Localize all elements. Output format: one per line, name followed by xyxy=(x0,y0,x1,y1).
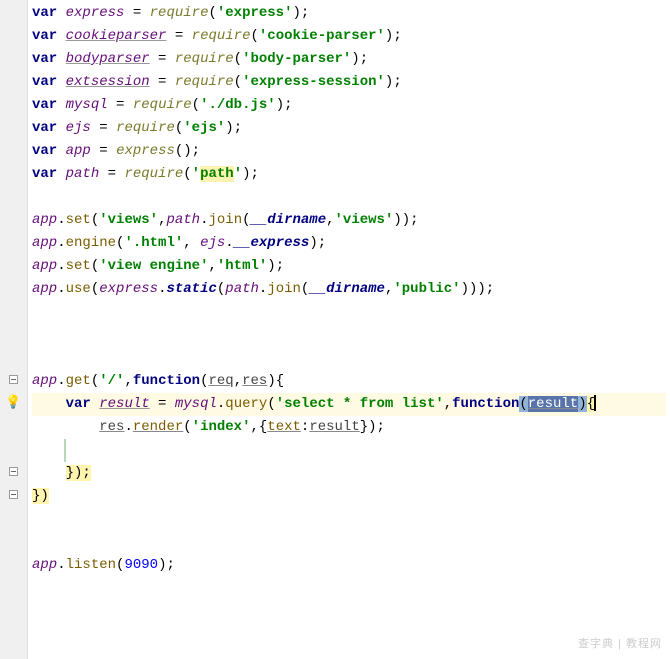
current-line: var result = mysql.query('select * from … xyxy=(32,393,666,416)
gutter: 💡 xyxy=(0,0,28,659)
caret-icon xyxy=(594,395,596,411)
code-area[interactable]: var express = require('express'); var co… xyxy=(28,0,670,659)
fold-icon[interactable] xyxy=(9,467,18,476)
fold-icon[interactable] xyxy=(9,375,18,384)
code-editor: 💡 var express = require('express'); var … xyxy=(0,0,670,659)
watermark: 查字典 | 教程网 xyxy=(578,635,662,651)
fold-icon[interactable] xyxy=(9,490,18,499)
bulb-icon[interactable]: 💡 xyxy=(5,395,21,410)
